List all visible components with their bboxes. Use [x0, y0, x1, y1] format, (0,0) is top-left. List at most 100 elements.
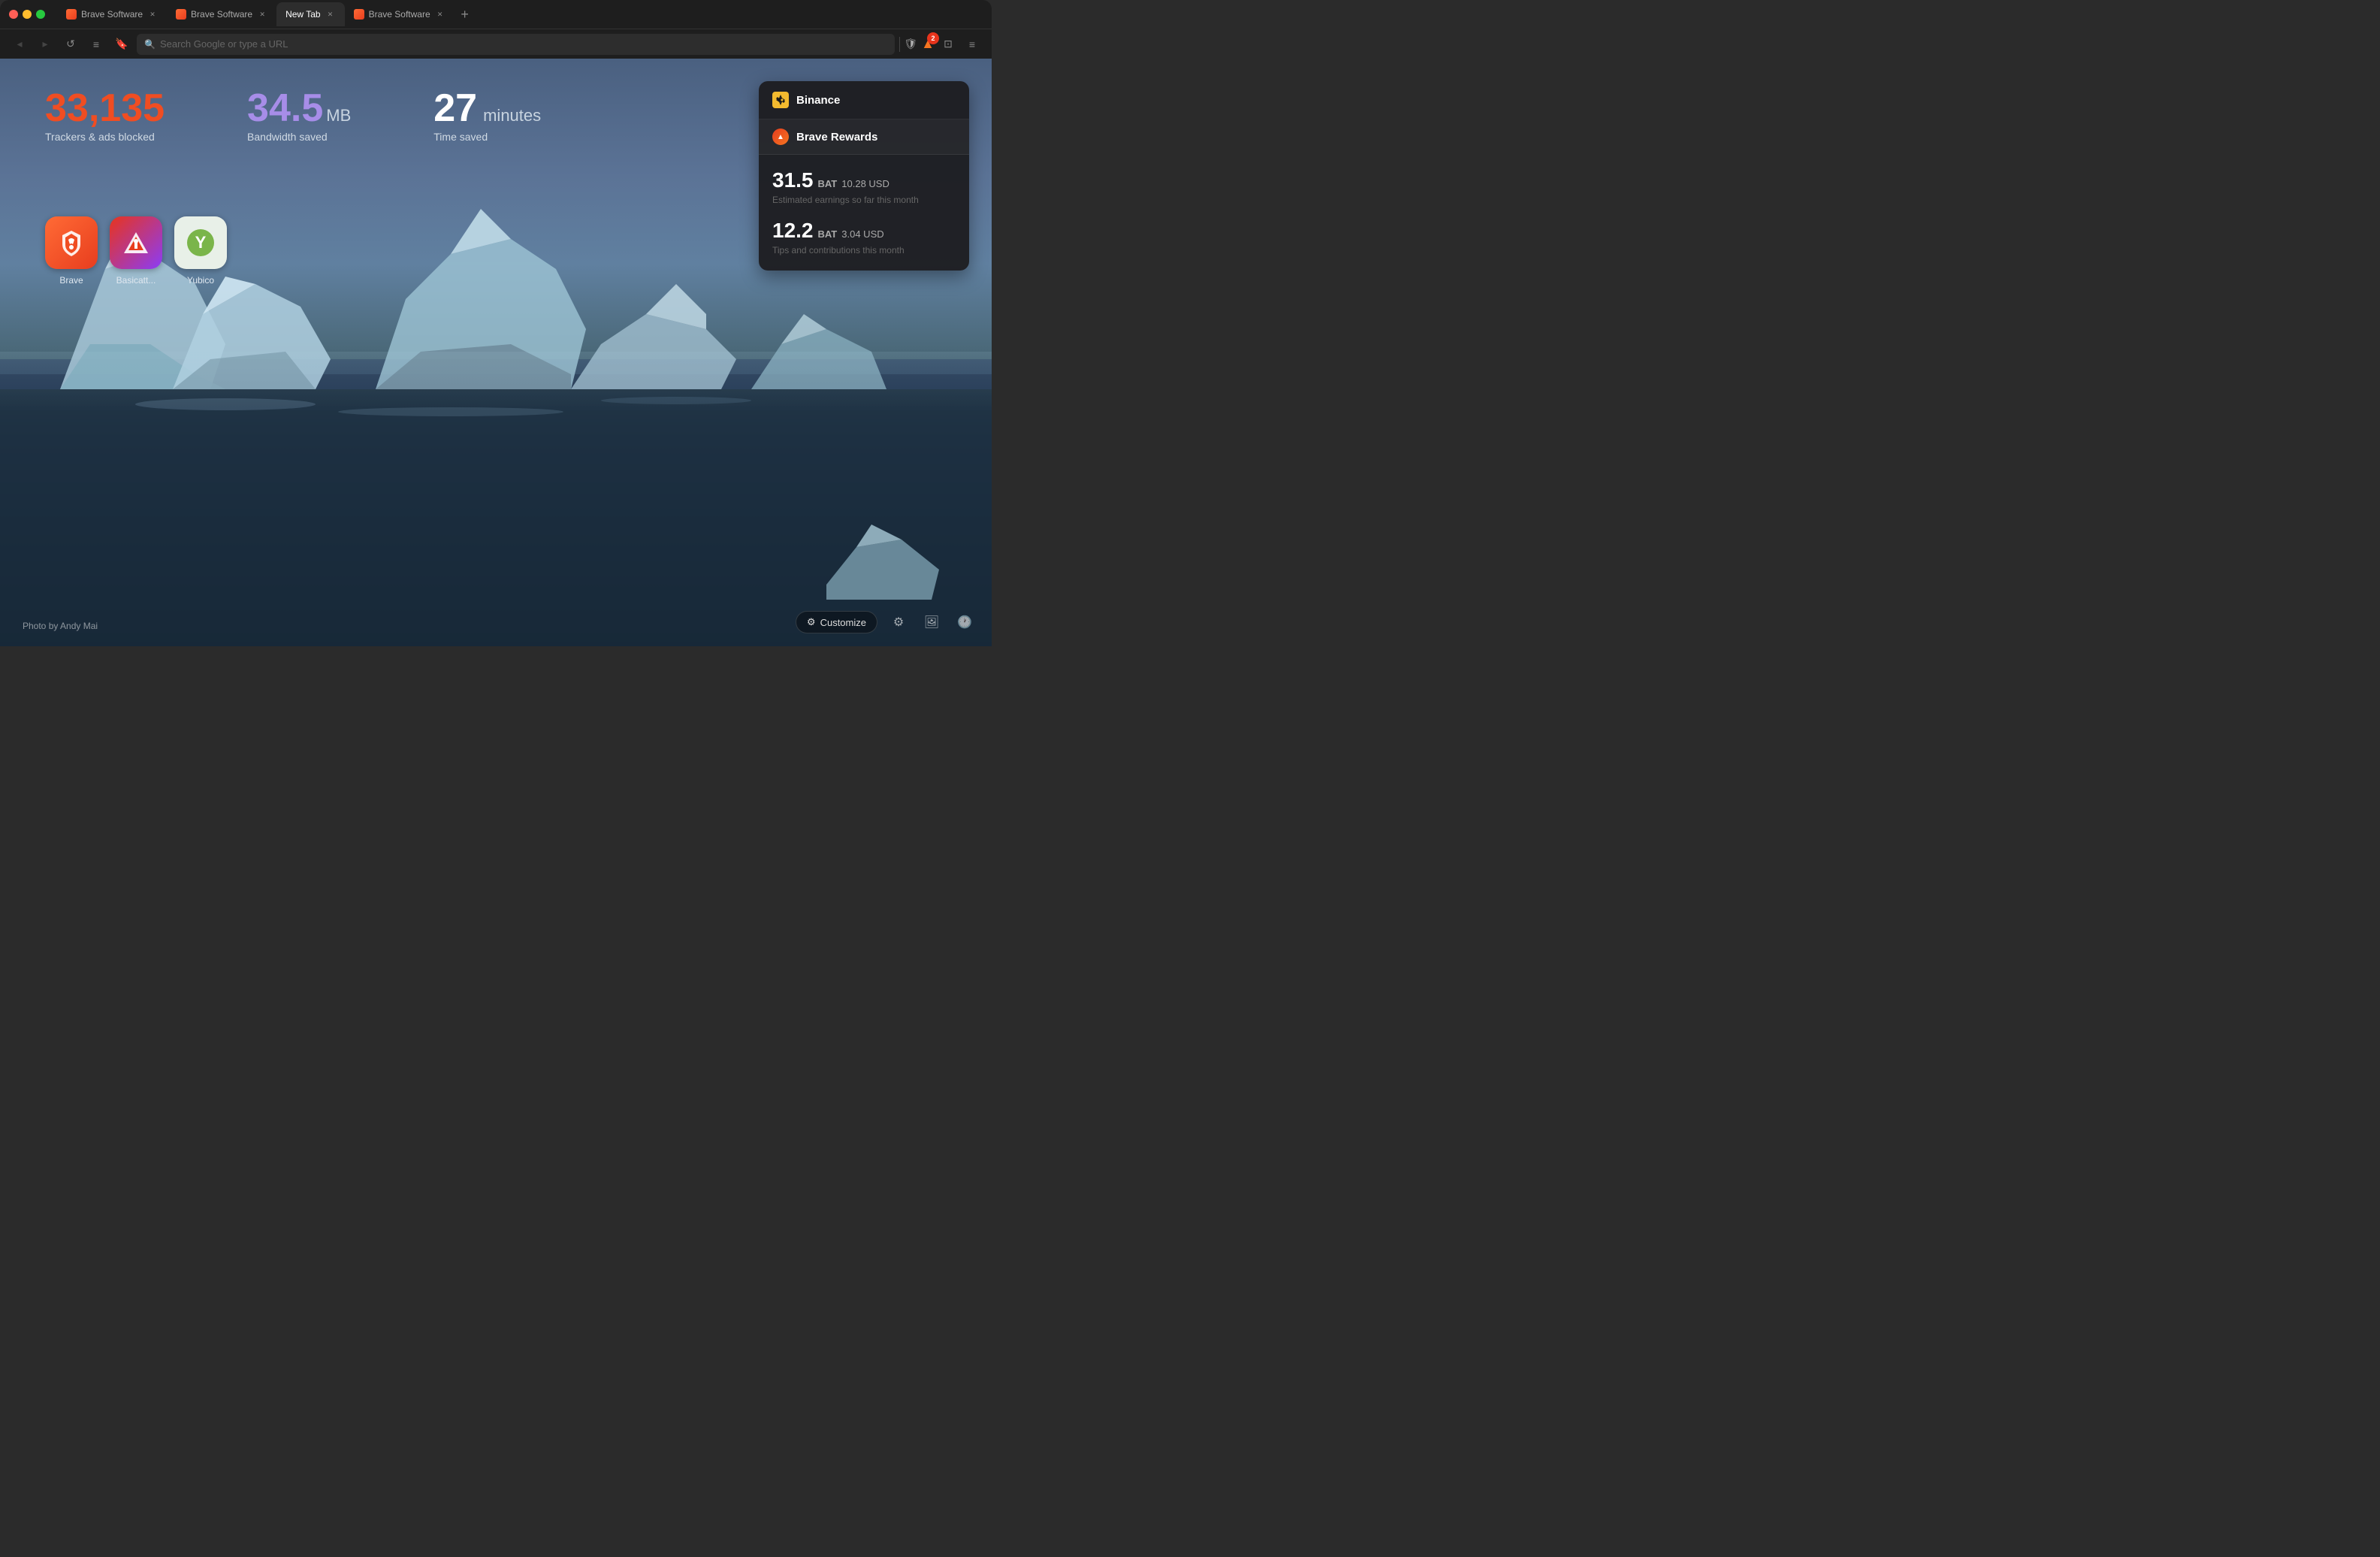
bandwidth-label: Bandwidth saved [247, 131, 351, 143]
time-amount: 27minutes [433, 89, 541, 128]
reload-icon: ↺ [66, 38, 75, 50]
shortcut-yubico-label: Yubico [187, 275, 214, 286]
shield-icon: 🛡 [904, 38, 917, 50]
tab-2-favicon [176, 9, 186, 20]
trackers-count: 33,135 [45, 89, 165, 128]
binance-icon-svg [774, 93, 787, 107]
tips-usd: 3.04 USD [841, 228, 883, 240]
history-icon-button[interactable]: 🕐 [953, 610, 977, 634]
rewards-panel-label: Brave Rewards [796, 131, 877, 144]
tabs-view-button[interactable]: ⊡ [938, 34, 959, 55]
tab-1-label: Brave Software [81, 9, 143, 20]
customize-label: Customize [820, 617, 866, 628]
bottom-toolbar: ⚙ Customize ⚙ 🖼 🕐 [796, 610, 977, 634]
bandwidth-amount: 34.5MB [247, 89, 351, 128]
reload-button[interactable]: ↺ [60, 34, 81, 55]
time-stat: 27minutes Time saved [433, 89, 541, 143]
shortcut-basicatt-label: Basicatt... [116, 275, 156, 286]
tab-3[interactable]: New Tab ✕ [276, 2, 344, 26]
tips-rewards-row: 12.2 BAT 3.04 USD Tips and contributions… [772, 219, 956, 255]
close-button[interactable] [9, 10, 18, 19]
time-label: Time saved [433, 131, 541, 143]
tips-amount-row: 12.2 BAT 3.04 USD [772, 219, 956, 243]
menu-icon: ≡ [969, 38, 975, 50]
shortcut-brave[interactable]: Brave [45, 216, 98, 286]
shortcuts-panel: Brave Basicatt... Y Yubico [45, 216, 227, 286]
tab-2-label: Brave Software [191, 9, 252, 20]
forward-button[interactable]: ▸ [35, 34, 56, 55]
tab-3-close[interactable]: ✕ [325, 9, 336, 20]
tab-2[interactable]: Brave Software ✕ [167, 2, 276, 26]
clock-icon: 🕐 [957, 615, 972, 630]
toolbar-right-group: 🛡 ▲ 2 ⊡ ≡ [899, 34, 983, 55]
earned-rewards-row: 31.5 BAT 10.28 USD Estimated earnings so… [772, 168, 956, 205]
binance-logo [772, 92, 789, 108]
trackers-stat: 33,135 Trackers & ads blocked [45, 89, 165, 143]
tips-bat-label: BAT [818, 228, 838, 240]
earned-amount-row: 31.5 BAT 10.28 USD [772, 168, 956, 192]
settings-icon-button[interactable]: ⚙ [886, 610, 911, 634]
rewards-body: 31.5 BAT 10.28 USD Estimated earnings so… [759, 155, 969, 271]
shortcut-brave-icon [45, 216, 98, 269]
customize-icon: ⚙ [807, 616, 816, 628]
svg-text:Y: Y [195, 233, 207, 252]
forward-icon: ▸ [42, 38, 47, 50]
wallpaper-icon-button[interactable]: 🖼 [920, 610, 944, 634]
binance-label: Binance [796, 94, 840, 107]
maximize-button[interactable] [36, 10, 45, 19]
new-tab-button[interactable]: + [455, 4, 476, 25]
tab-1-favicon [66, 9, 77, 20]
shortcut-yubico-icon: Y [174, 216, 227, 269]
earned-desc: Estimated earnings so far this month [772, 195, 956, 205]
image-icon: 🖼 [924, 615, 939, 630]
shortcut-brave-label: Brave [59, 275, 83, 286]
menu-button[interactable]: ≡ [962, 34, 983, 55]
photo-credit: Photo by Andy Mai [23, 621, 98, 631]
stats-panel: 33,135 Trackers & ads blocked 34.5MB Ban… [45, 89, 586, 143]
earned-bat-label: BAT [818, 178, 838, 189]
bookmark-icon: 🔖 [115, 38, 128, 50]
bat-triangle-svg [121, 228, 151, 258]
tab-2-close[interactable]: ✕ [257, 9, 267, 20]
tab-4-label: Brave Software [369, 9, 430, 20]
main-content: 33,135 Trackers & ads blocked 34.5MB Ban… [0, 59, 992, 646]
address-bar[interactable]: 🔍 [137, 34, 895, 55]
tab-4-close[interactable]: ✕ [435, 9, 445, 20]
binance-row[interactable]: Binance [759, 81, 969, 119]
earned-bat-num: 31.5 [772, 168, 814, 192]
toolbar-divider [899, 37, 900, 52]
traffic-lights [9, 10, 45, 19]
brave-lion-svg [56, 228, 86, 258]
search-icon: 🔍 [144, 39, 156, 50]
list-icon: ≡ [93, 38, 99, 50]
tab-4-favicon [354, 9, 364, 20]
tab-1[interactable]: Brave Software ✕ [57, 2, 167, 26]
tabs-icon: ⊡ [944, 38, 953, 50]
rewards-button[interactable]: ▲ 2 [921, 36, 935, 52]
tips-desc: Tips and contributions this month [772, 245, 956, 255]
shield-button[interactable]: 🛡 [903, 37, 918, 52]
address-input[interactable] [160, 38, 887, 50]
bookmark-button[interactable]: 🔖 [111, 34, 132, 55]
gear-icon: ⚙ [893, 615, 904, 630]
back-icon: ◂ [17, 38, 22, 50]
tab-1-close[interactable]: ✕ [147, 9, 158, 20]
bandwidth-stat: 34.5MB Bandwidth saved [247, 89, 351, 143]
tab-4[interactable]: Brave Software ✕ [345, 2, 455, 26]
minimize-button[interactable] [23, 10, 32, 19]
yubico-y-svg: Y [186, 228, 216, 258]
shortcut-yubico[interactable]: Y Yubico [174, 216, 227, 286]
sidebar-toggle-button[interactable]: ≡ [86, 34, 107, 55]
earned-usd: 10.28 USD [841, 178, 889, 189]
customize-button[interactable]: ⚙ Customize [796, 611, 877, 633]
titlebar: Brave Software ✕ Brave Software ✕ New Ta… [0, 0, 992, 29]
tips-bat-num: 12.2 [772, 219, 814, 243]
navigation-toolbar: ◂ ▸ ↺ ≡ 🔖 🔍 🛡 ▲ 2 ⊡ ≡ [0, 29, 992, 59]
rewards-panel: Binance ▲ Brave Rewards 31.5 BAT 10.28 U… [759, 81, 969, 271]
tab-bar: Brave Software ✕ Brave Software ✕ New Ta… [57, 0, 983, 29]
shortcut-basicatt-icon [110, 216, 162, 269]
back-button[interactable]: ◂ [9, 34, 30, 55]
trackers-label: Trackers & ads blocked [45, 131, 165, 143]
brave-rewards-row[interactable]: ▲ Brave Rewards [759, 119, 969, 155]
shortcut-basicatt[interactable]: Basicatt... [110, 216, 162, 286]
